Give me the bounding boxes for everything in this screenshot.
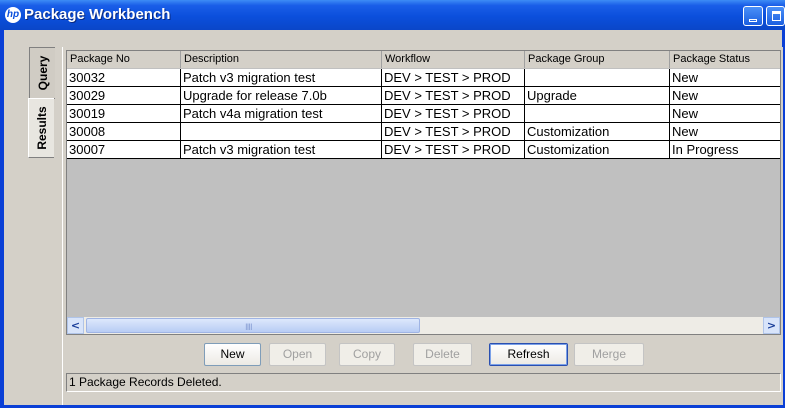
cell-package-group bbox=[525, 105, 670, 123]
table-header: Package No Description Workflow Package … bbox=[67, 51, 780, 68]
grip-icon: IIII bbox=[245, 323, 253, 333]
window-title: Package Workbench bbox=[24, 6, 171, 23]
open-button[interactable]: Open bbox=[269, 343, 326, 366]
scrollbar-thumb[interactable]: IIII bbox=[86, 318, 420, 333]
cell-package-no: 30029 bbox=[67, 87, 181, 105]
table-row[interactable]: 30007 Patch v3 migration test DEV > TEST… bbox=[67, 141, 780, 159]
scroll-right-button[interactable]: > bbox=[763, 317, 780, 334]
cell-package-group: Customization bbox=[525, 141, 670, 159]
cell-package-no: 30007 bbox=[67, 141, 181, 159]
cell-package-group: Upgrade bbox=[525, 87, 670, 105]
cell-description: Patch v4a migration test bbox=[181, 105, 382, 123]
scroll-left-button[interactable]: < bbox=[67, 317, 84, 334]
cell-workflow: DEV > TEST > PROD bbox=[382, 123, 525, 141]
cell-package-no: 30008 bbox=[67, 123, 181, 141]
table-row[interactable]: 30019 Patch v4a migration test DEV > TES… bbox=[67, 105, 780, 123]
cell-package-group: Customization bbox=[525, 123, 670, 141]
tab-query-label: Query bbox=[35, 55, 50, 91]
cell-package-status: In Progress bbox=[670, 141, 780, 159]
workbench-client-area: Query Results Package No Description Wor… bbox=[4, 30, 783, 405]
maximize-button[interactable] bbox=[766, 6, 785, 26]
cell-description bbox=[181, 123, 382, 141]
column-header-description[interactable]: Description bbox=[181, 51, 382, 68]
cell-description: Patch v3 migration test bbox=[181, 69, 382, 87]
vertical-tab-strip: Query Results bbox=[26, 45, 59, 158]
minimize-icon bbox=[749, 19, 757, 22]
tab-query[interactable]: Query bbox=[29, 47, 55, 99]
cell-package-no: 30019 bbox=[67, 105, 181, 123]
title-bar[interactable]: hp Package Workbench bbox=[0, 0, 785, 30]
status-bar: 1 Package Records Deleted. bbox=[66, 373, 781, 392]
maximize-icon bbox=[772, 11, 781, 21]
refresh-button[interactable]: Refresh bbox=[489, 343, 568, 366]
cell-package-status: New bbox=[670, 69, 780, 87]
column-header-package-no[interactable]: Package No bbox=[67, 51, 181, 68]
column-header-package-group[interactable]: Package Group bbox=[525, 51, 670, 68]
results-panel: Package No Description Workflow Package … bbox=[62, 47, 783, 405]
cell-description: Patch v3 migration test bbox=[181, 141, 382, 159]
cell-workflow: DEV > TEST > PROD bbox=[382, 105, 525, 123]
cell-package-status: New bbox=[670, 87, 780, 105]
hp-logo-icon: hp bbox=[5, 7, 21, 23]
table-row[interactable]: 30032 Patch v3 migration test DEV > TEST… bbox=[67, 69, 780, 87]
column-header-package-status[interactable]: Package Status bbox=[670, 51, 780, 68]
delete-button[interactable]: Delete bbox=[413, 343, 472, 366]
cell-package-group bbox=[525, 69, 670, 87]
cell-package-no: 30032 bbox=[67, 69, 181, 87]
cell-package-status: New bbox=[670, 123, 780, 141]
package-workbench-window: hp Package Workbench Query Results Packa… bbox=[0, 0, 785, 408]
copy-button[interactable]: Copy bbox=[339, 343, 395, 366]
column-header-workflow[interactable]: Workflow bbox=[382, 51, 525, 68]
horizontal-scrollbar[interactable]: < IIII > bbox=[67, 317, 780, 334]
table-row[interactable]: 30029 Upgrade for release 7.0b DEV > TES… bbox=[67, 87, 780, 105]
tab-results[interactable]: Results bbox=[28, 98, 54, 158]
cell-workflow: DEV > TEST > PROD bbox=[382, 69, 525, 87]
cell-package-status: New bbox=[670, 105, 780, 123]
cell-description: Upgrade for release 7.0b bbox=[181, 87, 382, 105]
tab-results-label: Results bbox=[34, 106, 49, 150]
results-table: Package No Description Workflow Package … bbox=[66, 50, 781, 335]
table-row[interactable]: 30008 DEV > TEST > PROD Customization Ne… bbox=[67, 123, 780, 141]
cell-workflow: DEV > TEST > PROD bbox=[382, 87, 525, 105]
new-button[interactable]: New bbox=[204, 343, 261, 366]
cell-workflow: DEV > TEST > PROD bbox=[382, 141, 525, 159]
merge-button[interactable]: Merge bbox=[574, 343, 644, 366]
minimize-button[interactable] bbox=[743, 6, 763, 26]
